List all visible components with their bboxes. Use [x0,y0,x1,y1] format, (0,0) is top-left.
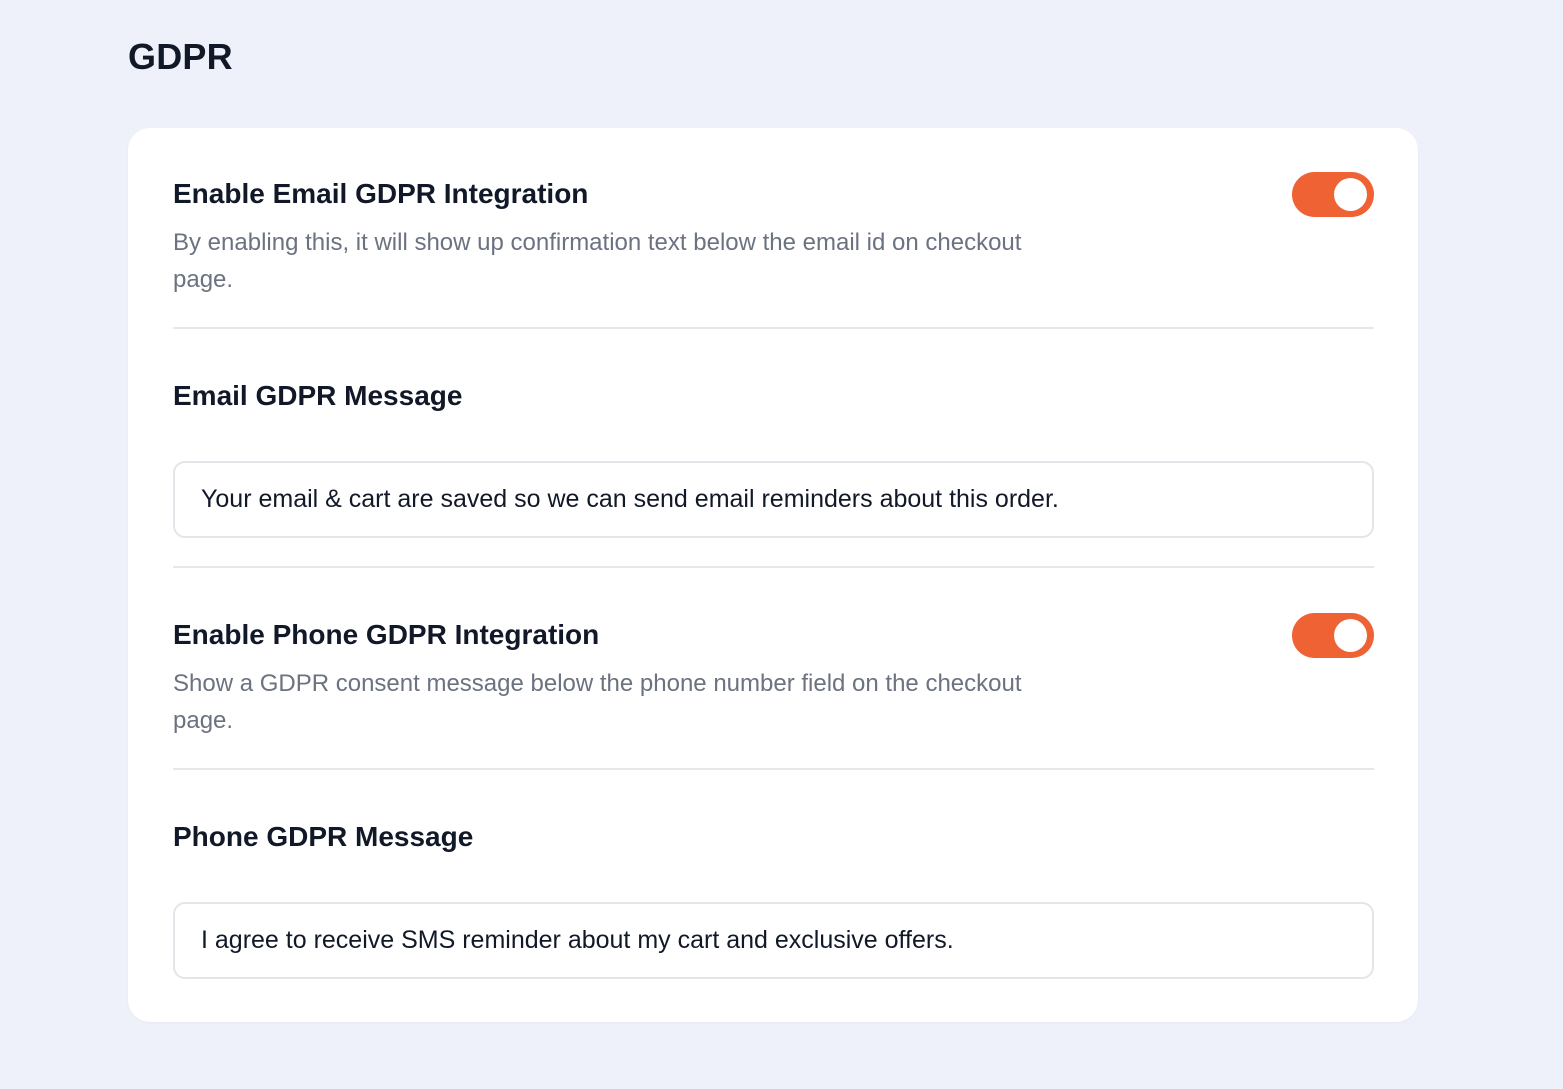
toggle-knob [1334,619,1367,652]
email-gdpr-toggle-description: By enabling this, it will show up confir… [173,229,1022,293]
phone-gdpr-toggle-title: Enable Phone GDPR Integration [173,619,600,650]
phone-gdpr-message-section: Phone GDPR Message [173,819,1374,855]
phone-gdpr-toggle[interactable] [1292,613,1374,658]
divider [173,566,1374,568]
phone-gdpr-message-label: Phone GDPR Message [173,821,474,852]
email-gdpr-toggle-title: Enable Email GDPR Integration [173,178,589,209]
phone-gdpr-toggle-description: Show a GDPR consent message below the ph… [173,670,1022,734]
email-gdpr-toggle[interactable] [1292,172,1374,217]
gdpr-settings-card: Enable Email GDPR Integration By enablin… [128,128,1418,1022]
divider [173,327,1374,329]
gdpr-settings-page: GDPR Enable Email GDPR Integration By en… [0,0,1563,1089]
phone-gdpr-message-input[interactable] [173,902,1374,979]
email-gdpr-message-label: Email GDPR Message [173,380,463,411]
page-title: GDPR [128,36,233,77]
email-gdpr-toggle-section: Enable Email GDPR Integration By enablin… [173,172,1374,306]
phone-gdpr-toggle-section: Enable Phone GDPR Integration Show a GDP… [173,613,1374,747]
email-gdpr-message-section: Email GDPR Message [173,378,1374,414]
divider [173,768,1374,770]
toggle-knob [1334,178,1367,211]
email-gdpr-message-input[interactable] [173,461,1374,538]
